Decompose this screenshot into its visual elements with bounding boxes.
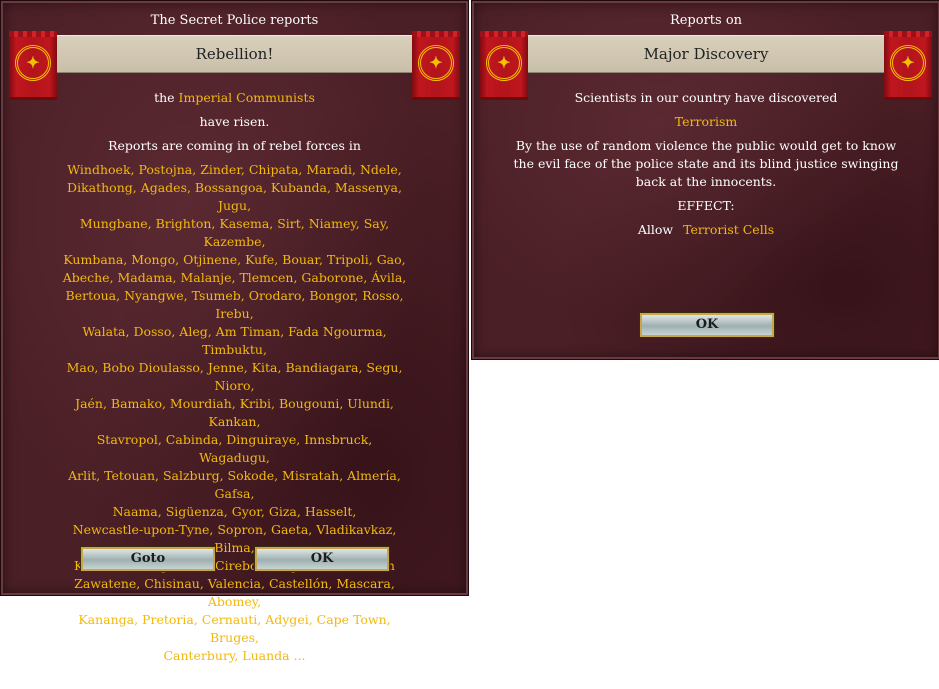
- eagle-emblem-icon: ✦: [15, 45, 51, 81]
- effect-label: EFFECT:: [677, 198, 735, 213]
- location-line: Mungbane, Brighton, Kasema, Sirt, Niamey…: [79, 216, 390, 249]
- closing-text: We must rally our force to deal with thi…: [104, 672, 365, 687]
- effect-line: Allow Terrorist Cells: [512, 221, 900, 239]
- discovery-intro: Scientists in our country have discovere…: [574, 90, 838, 105]
- event-title-banner: Rebellion!: [9, 35, 460, 73]
- faction-prefix: the: [154, 90, 179, 105]
- tech-description: By the use of random violence the public…: [512, 137, 900, 191]
- location-line: Canterbury, Luanda ...: [163, 648, 306, 663]
- location-line: Dikathong, Agades, Bossangoa, Kubanda, M…: [67, 180, 402, 213]
- eagle-emblem-icon: ✦: [486, 45, 522, 81]
- ok-button[interactable]: OK: [254, 546, 390, 572]
- allowed-item: Terrorist Cells: [683, 222, 775, 237]
- goto-button[interactable]: Goto: [80, 546, 216, 572]
- discovery-report-panel: Reports on Major Discovery ✦ ✦ Scientist…: [471, 0, 939, 360]
- window-title: Reports on: [669, 13, 743, 28]
- location-line: Arlit, Tetouan, Salzburg, Sokode, Misrat…: [68, 468, 401, 501]
- faction-line: the Imperial Communists: [61, 89, 408, 107]
- locations-list: Windhoek, Postojna, Zinder, Chipata, Mar…: [61, 161, 408, 665]
- event-title-banner: Major Discovery: [480, 35, 932, 73]
- location-line: Stavropol, Cabinda, Dinguiraye, Innsbruc…: [96, 432, 373, 465]
- rebellion-report-panel: The Secret Police reports Rebellion! ✦ ✦…: [0, 0, 469, 687]
- eagle-emblem-icon: ✦: [890, 45, 926, 81]
- ok-button[interactable]: OK: [639, 312, 775, 338]
- description-line: By the use of random violence the public…: [515, 138, 897, 153]
- location-line: Kananga, Pretoria, Cernauti, Adygei, Cap…: [78, 612, 391, 645]
- location-line: Kumbana, Mongo, Otjinene, Kufe, Bouar, T…: [63, 252, 406, 267]
- location-line: Mao, Bobo Dioulasso, Jenne, Kita, Bandia…: [66, 360, 403, 393]
- location-line: Abeche, Madama, Malanje, Tlemcen, Gaboro…: [62, 270, 407, 285]
- eagle-emblem-icon: ✦: [418, 45, 454, 81]
- faction-name: Imperial Communists: [178, 90, 315, 105]
- flag-banner-left: ✦: [9, 31, 57, 100]
- location-line: Jaén, Bamako, Mourdiah, Kribi, Bougouni,…: [75, 396, 394, 429]
- window-title: The Secret Police reports: [150, 13, 319, 28]
- location-line: Windhoek, Postojna, Zinder, Chipata, Mar…: [67, 162, 402, 177]
- location-line: Bertoua, Nyangwe, Tsumeb, Orodaro, Bongo…: [65, 288, 404, 321]
- description-line: back at the innocents.: [635, 174, 777, 189]
- location-line: Zawatene, Chisinau, Valencia, Castellón,…: [74, 576, 395, 609]
- description-line: the evil face of the police state and it…: [513, 156, 899, 171]
- risen-text: have risen.: [199, 114, 270, 129]
- location-line: Naama, Sigüenza, Gyor, Giza, Hasselt,: [112, 504, 357, 519]
- tech-name: Terrorism: [674, 114, 738, 129]
- report-body: the Imperial Communists have risen. Repo…: [61, 89, 408, 689]
- location-line: Walata, Dosso, Aleg, Am Timan, Fada Ngou…: [82, 324, 387, 357]
- reports-text: Reports are coming in of rebel forces in: [108, 138, 361, 153]
- flag-banner-right: ✦: [412, 31, 460, 100]
- discovery-body: Scientists in our country have discovere…: [512, 89, 900, 239]
- allow-label: Allow: [637, 222, 674, 237]
